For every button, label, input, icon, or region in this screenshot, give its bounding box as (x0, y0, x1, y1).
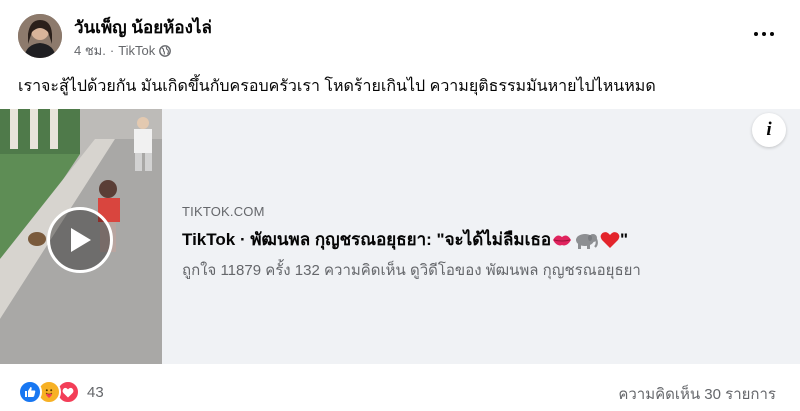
author-avatar[interactable] (18, 14, 62, 58)
like-icon (18, 380, 42, 404)
globe-icon[interactable] (159, 44, 172, 57)
elephant-icon (574, 231, 598, 249)
kiss-lips-icon (552, 232, 572, 248)
more-dot-icon (762, 32, 766, 36)
author-name[interactable]: วันเพ็ญ น้อยห้องไล่ (74, 14, 212, 41)
link-preview-card[interactable]: i TIKTOK.COM TikTok · พัฒนพล กุญชรณอยุธย… (0, 109, 800, 364)
video-thumbnail[interactable] (0, 109, 162, 364)
post-meta: 4 ชม. · TikTok (74, 40, 172, 61)
play-icon (71, 228, 91, 252)
link-title-text: TikTok · พัฒนพล กุญชรณอยุธยา: "จะได้ไม่ล… (182, 230, 552, 249)
link-title-end: " (620, 229, 629, 249)
play-button[interactable] (47, 207, 113, 273)
info-icon: i (766, 119, 772, 140)
reactions-summary[interactable]: 43 (18, 380, 104, 404)
comments-count-link[interactable]: ความคิดเห็น 30 รายการ (618, 382, 776, 406)
more-options-button[interactable] (750, 24, 778, 44)
post-caption: เราจะสู้ไปด้วยกัน มันเกิดขึ้นกับครอบครัว… (18, 78, 656, 95)
meta-separator: · (109, 43, 115, 58)
link-domain: TIKTOK.COM (182, 204, 265, 219)
link-description: ถูกใจ 11879 ครั้ง 132 ความคิดเห็น ดูวิดี… (182, 262, 641, 279)
info-button[interactable]: i (752, 113, 786, 147)
post-timestamp[interactable]: 4 ชม. (74, 40, 106, 61)
red-heart-icon (600, 231, 620, 249)
more-dot-icon (754, 32, 758, 36)
facebook-post: วันเพ็ญ น้อยห้องไล่ 4 ชม. · TikTok เราจะ… (0, 0, 800, 411)
reaction-count: 43 (87, 383, 104, 401)
more-dot-icon (770, 32, 774, 36)
post-source: TikTok (118, 43, 156, 58)
link-title[interactable]: TikTok · พัฒนพล กุญชรณอยุธยา: "จะได้ไม่ล… (182, 226, 628, 253)
